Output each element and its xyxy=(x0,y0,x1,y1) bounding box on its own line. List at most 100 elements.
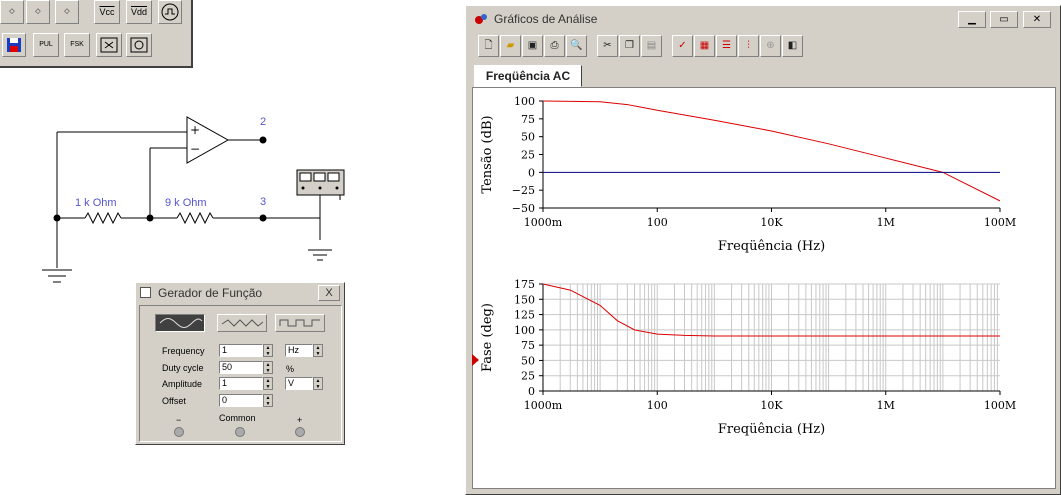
cut-button[interactable]: ✂ xyxy=(597,35,618,57)
y-tick-label: 25 xyxy=(521,149,535,162)
minus-terminal-label: − xyxy=(176,415,182,425)
close-window-button[interactable]: ✕ xyxy=(1023,11,1051,28)
analysis-titlebar[interactable]: Gráficos de Análise ▁ ▭ ✕ xyxy=(466,6,1060,30)
chart-2: 175 150 125 100 75 50 25 01000m 100 10K 1M 100M Freq… xyxy=(480,278,1016,437)
app-icon xyxy=(475,14,487,24)
y-tick-label: 175 xyxy=(514,278,535,291)
minimize-button[interactable]: ▁ xyxy=(958,11,986,28)
y-tick-label: 25 xyxy=(521,370,535,383)
cursor-toggle-button[interactable]: ⫶ xyxy=(738,35,759,57)
cut-icon: ✂ xyxy=(603,40,612,51)
x-axis-label: Freqüência (Hz) xyxy=(718,239,825,254)
component-toolbar: ◇ ◇ ◇ Vcc Vdd PUL FSK xyxy=(0,0,193,68)
x-tick-label: 1000m xyxy=(524,216,563,229)
maximize-button[interactable]: ▭ xyxy=(990,11,1018,28)
common-terminal[interactable] xyxy=(235,427,245,437)
print-button[interactable]: ⎙ xyxy=(544,35,565,57)
maximize-icon: ▭ xyxy=(999,14,1009,25)
x-tick-label: 10K xyxy=(760,216,783,229)
y-tick-label: 75 xyxy=(521,113,535,126)
vdd-button[interactable]: Vdd xyxy=(126,0,152,24)
close-button[interactable]: X xyxy=(318,285,340,301)
oscilloscope-instrument[interactable] xyxy=(296,169,345,196)
pul-source-button[interactable]: PUL xyxy=(33,33,59,57)
overlay-button[interactable]: ◧ xyxy=(782,35,803,57)
y-tick-label: 100 xyxy=(514,95,535,108)
controlled-source-button[interactable] xyxy=(96,33,122,57)
opamp-plus-label: + xyxy=(190,123,200,137)
open-button[interactable]: ▰ xyxy=(500,35,521,57)
amplitude-spinner[interactable]: ▲ ▼ xyxy=(263,377,273,390)
sine-wave-button[interactable] xyxy=(155,314,205,332)
new-button[interactable]: 🗋 xyxy=(478,35,499,57)
copy-button[interactable]: ❐ xyxy=(619,35,640,57)
plots-svg: 1007550250−25−501000m 100 10K 1M 100MFreqüên… xyxy=(480,95,1016,437)
analysis-graphs-window: Gráficos de Análise ▁ ▭ ✕ 🗋 ▰ ▣ ⎙ 🔍 ✂ ❐ … xyxy=(465,5,1061,495)
offset-spinner[interactable]: ▲ ▼ xyxy=(263,394,273,407)
zoom-button[interactable]: ⊕ xyxy=(760,35,781,57)
transfer-function-button[interactable] xyxy=(126,33,152,57)
frequency-unit-select[interactable]: Hz xyxy=(285,344,313,357)
node-2[interactable] xyxy=(259,136,267,144)
y-tick-label: 0 xyxy=(528,166,535,179)
amplitude-unit-select[interactable]: V xyxy=(285,377,313,390)
duty-cycle-unit: % xyxy=(286,364,295,374)
resistor-1k[interactable] xyxy=(84,211,122,225)
opamp-minus-label: − xyxy=(190,142,200,156)
function-generator-window: Gerador de Função X Frequency 1 ▲ ▼ Hz ▲ ▼… xyxy=(135,282,345,445)
triangle-wave-icon xyxy=(221,319,264,327)
clock-source-button[interactable] xyxy=(158,0,182,24)
cursor-marker-icon[interactable] xyxy=(472,354,480,366)
triangle-wave-button[interactable] xyxy=(217,314,267,332)
function-generator-panel: Frequency 1 ▲ ▼ Hz ▲ ▼ Duty cycle 50 ▲ ▼ % … xyxy=(139,305,342,442)
x-tick-label: 100M xyxy=(984,216,1016,229)
diode-bridge-2-button[interactable]: ◇ xyxy=(26,0,50,24)
grid-icon: ▦ xyxy=(699,40,710,51)
plus-terminal[interactable] xyxy=(295,427,305,437)
frequency-unit-spinner[interactable]: ▲ ▼ xyxy=(313,344,323,357)
node-2-label: 2 xyxy=(260,116,267,128)
diode-bridge-3-button[interactable]: ◇ xyxy=(55,0,79,24)
close-icon: ✕ xyxy=(1032,14,1042,25)
diode-bridge-button[interactable]: ◇ xyxy=(0,0,24,24)
cursor-icon: ⫶ xyxy=(747,40,750,51)
amplitude-label: Amplitude xyxy=(162,379,203,389)
analysis-title: Gráficos de Análise xyxy=(494,12,598,26)
x-tick-label: 1000m xyxy=(524,399,563,412)
tab-ac-frequency[interactable]: Freqüência AC xyxy=(474,65,582,87)
amplitude-unit-spinner[interactable]: ▲ ▼ xyxy=(313,377,323,390)
duty-cycle-input[interactable]: 50 xyxy=(219,361,263,374)
fsk-source-button[interactable]: FSK xyxy=(64,33,90,57)
vcc-button[interactable]: Vcc xyxy=(94,0,120,24)
x-axis-label: Freqüência (Hz) xyxy=(718,422,825,437)
properties-button[interactable]: ✓ xyxy=(672,35,693,57)
floppy-icon xyxy=(7,38,21,52)
minus-terminal[interactable] xyxy=(174,427,184,437)
y-axis-label: Tensão (dB) xyxy=(480,115,495,193)
amplitude-input[interactable]: 1 xyxy=(219,377,263,390)
save-button[interactable]: ▣ xyxy=(522,35,543,57)
paste-button[interactable]: ▤ xyxy=(641,35,662,57)
frequency-spinner[interactable]: ▲ ▼ xyxy=(263,344,273,357)
resistor-9k[interactable] xyxy=(176,211,214,225)
r1-label: 1 k Ohm xyxy=(75,197,117,209)
node-3[interactable] xyxy=(259,214,267,222)
legend-toggle-button[interactable]: ☰ xyxy=(716,35,737,57)
fsk-label: FSK xyxy=(70,41,84,48)
plus-terminal-label: + xyxy=(297,415,303,425)
function-generator-titlebar[interactable]: Gerador de Função X xyxy=(136,283,344,303)
offset-input[interactable]: 0 xyxy=(219,394,263,407)
r2-label: 9 k Ohm xyxy=(165,197,207,209)
y-axis-label: Fase (deg) xyxy=(480,303,495,372)
controlled-source-icon xyxy=(100,37,118,53)
frequency-input[interactable]: 1 xyxy=(219,344,263,357)
paste-icon: ▤ xyxy=(646,40,657,51)
y-tick-label: 50 xyxy=(521,354,535,367)
print-preview-button[interactable]: 🔍 xyxy=(566,35,587,57)
close-icon: X xyxy=(325,287,333,299)
grid-toggle-button[interactable]: ▦ xyxy=(694,35,715,57)
circuit-schematic: + − xyxy=(42,116,345,283)
square-wave-button[interactable] xyxy=(275,314,325,332)
save-disk-button[interactable] xyxy=(2,33,26,57)
duty-cycle-spinner[interactable]: ▲ ▼ xyxy=(263,361,273,374)
